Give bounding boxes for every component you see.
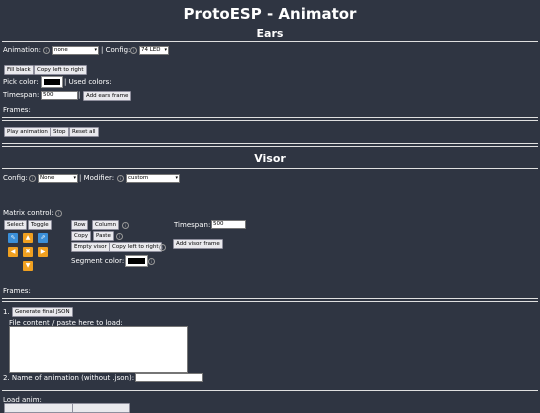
copy-button[interactable]: Copy	[71, 231, 91, 241]
chevron-down-icon: ▾	[175, 175, 178, 181]
pick-color-swatch[interactable]	[41, 76, 63, 88]
visor-timespan-input[interactable]: 500	[211, 220, 246, 229]
select-button[interactable]: Select	[4, 220, 27, 230]
info-icon[interactable]: i	[148, 258, 155, 265]
chevron-down-icon: ▾	[94, 47, 97, 53]
ears-heading: Ears	[256, 27, 284, 40]
ears-timespan-label: Timespan:	[3, 91, 40, 99]
animation-label: Animation:	[3, 46, 42, 54]
file-content-textarea[interactable]	[9, 326, 188, 373]
divider	[2, 41, 538, 42]
row-button[interactable]: Row	[71, 220, 89, 230]
arrow-up-right-icon[interactable]: ⇗	[38, 233, 48, 243]
arrow-up-icon[interactable]: ▲	[23, 233, 33, 243]
ears-timespan-input[interactable]: 500	[41, 91, 78, 100]
modifier-label: | Modifier:	[79, 174, 115, 182]
divider	[2, 298, 538, 299]
arrow-right-icon[interactable]: ▶	[38, 247, 48, 257]
animation-select-value: none	[54, 47, 68, 53]
used-colors-label: | Used colors:	[64, 78, 112, 86]
column-button[interactable]: Column	[92, 220, 120, 230]
animation-name-input[interactable]	[135, 373, 203, 382]
segment-color-label: Segment color:	[71, 257, 125, 265]
reset-all-button[interactable]: Reset all	[69, 127, 99, 137]
divider	[2, 390, 538, 391]
config-label: | Config:	[101, 46, 131, 54]
copy-left-right-button[interactable]: Copy left to right	[34, 65, 87, 75]
paste-button[interactable]: Paste	[93, 231, 114, 241]
divider	[2, 143, 538, 144]
visor-config-label: Config:	[3, 174, 28, 182]
chevron-down-icon: ▾	[73, 175, 76, 181]
modifier-select-value: custom	[128, 175, 149, 181]
animation-name-label: 2. Name of animation (without .json):	[3, 374, 135, 382]
info-icon[interactable]: i	[130, 47, 137, 54]
visor-copy-left-right-button[interactable]: Copy left to right	[109, 242, 162, 252]
center-x-icon[interactable]: ✖	[23, 247, 33, 257]
arrow-down-icon[interactable]: ▼	[23, 261, 33, 271]
segment-color-swatch[interactable]	[125, 255, 148, 267]
ears-frames-label: Frames:	[3, 106, 31, 114]
ears-config-select[interactable]: 74 LED ▾	[139, 46, 169, 55]
fill-black-button[interactable]: Fill black	[4, 65, 34, 75]
arrow-left-icon[interactable]: ◀	[8, 247, 18, 257]
visor-heading: Visor	[254, 152, 286, 165]
add-ears-frame-button[interactable]: Add ears frame	[83, 91, 132, 101]
divider	[2, 117, 538, 118]
info-icon[interactable]: i	[159, 244, 166, 251]
step1-label: 1.	[3, 308, 10, 316]
separator: |	[78, 91, 81, 99]
generate-json-button[interactable]: Generate final JSON	[12, 307, 73, 317]
stop-button[interactable]: Stop	[50, 127, 69, 137]
info-icon[interactable]: i	[116, 233, 123, 240]
arrow-up-left-icon[interactable]: ⇖	[8, 233, 18, 243]
modifier-select[interactable]: custom ▾	[126, 174, 180, 183]
add-visor-frame-button[interactable]: Add visor frame	[173, 239, 223, 249]
visor-timespan-label: Timespan:	[174, 221, 211, 229]
info-icon[interactable]: i	[43, 47, 50, 54]
info-icon[interactable]: i	[117, 175, 124, 182]
visor-frames-label: Frames:	[3, 287, 31, 295]
page-title: ProtoESP - Animator	[183, 5, 357, 23]
matrix-control-label: Matrix control:	[3, 209, 54, 217]
divider	[2, 146, 538, 147]
toggle-button[interactable]: Toggle	[28, 220, 52, 230]
visor-config-select[interactable]: None ▾	[38, 174, 78, 183]
play-animation-button[interactable]: Play animation	[4, 127, 51, 137]
empty-visor-button[interactable]: Empty visor	[71, 242, 110, 252]
divider	[2, 120, 538, 121]
info-icon[interactable]: i	[122, 222, 129, 229]
pick-color-label: Pick color:	[3, 78, 39, 86]
chevron-down-icon: ▾	[164, 47, 167, 53]
info-icon[interactable]: i	[55, 210, 62, 217]
divider	[2, 168, 538, 169]
divider	[2, 301, 538, 302]
info-icon[interactable]: i	[29, 175, 36, 182]
animation-select[interactable]: none ▾	[52, 46, 99, 55]
ears-config-value: 74 LED	[141, 47, 161, 53]
visor-config-value: None	[40, 175, 55, 181]
